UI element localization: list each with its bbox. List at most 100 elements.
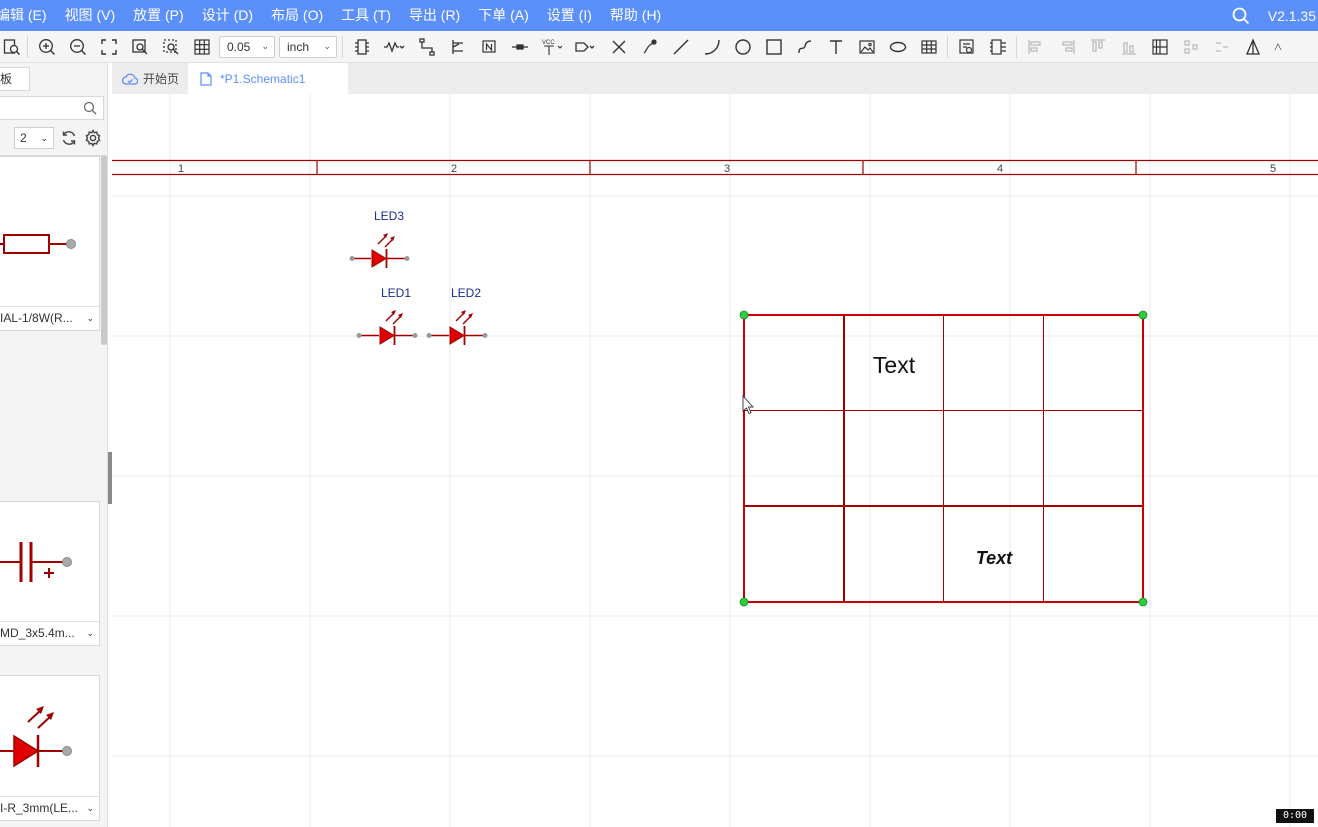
menu-view[interactable]: 视图 (V) (56, 0, 125, 31)
bus-entry-icon[interactable] (442, 32, 473, 62)
menu-order[interactable]: 下单 (A) (469, 0, 538, 31)
menu-export[interactable]: 导出 (R) (400, 0, 469, 31)
canvas-grid (112, 94, 1318, 827)
version-label: V2.1.35 (1267, 7, 1316, 24)
svg-text:VCC: VCC (542, 40, 555, 46)
chevron-down-icon: ⌄ (323, 41, 331, 51)
selection-handle (1138, 597, 1148, 607)
led-component-led1[interactable]: LED1 (356, 286, 418, 345)
table-icon[interactable] (913, 32, 944, 62)
tab-schematic[interactable]: *P1.Schematic1 (188, 63, 348, 94)
zoom-selection-icon[interactable] (124, 32, 155, 62)
gear-icon[interactable] (84, 129, 102, 147)
bezier-icon[interactable] (789, 32, 820, 62)
unit-select[interactable]: inch ⌄ (279, 35, 337, 58)
library-scrollbar[interactable] (101, 155, 107, 345)
probe-icon[interactable] (634, 32, 665, 62)
menu-edit[interactable]: 编辑 (E) (0, 0, 56, 31)
zone-label: 3 (724, 163, 730, 175)
resistor-symbol (0, 234, 76, 254)
arc-icon[interactable] (696, 32, 727, 62)
library-card-led[interactable]: I-R_3mm(LE... ⌄ (0, 675, 100, 821)
netlist-icon[interactable] (982, 32, 1013, 62)
search-icon[interactable] (1226, 0, 1256, 31)
menu-settings[interactable]: 设置 (I) (538, 0, 601, 31)
align-left-icon[interactable] (1020, 32, 1051, 62)
zoom-area-icon[interactable] (155, 32, 186, 62)
grid-size-select[interactable]: 0.05 ⌄ (219, 35, 275, 58)
chevron-down-icon[interactable]: ⌄ (84, 797, 94, 819)
designator-label: LED3 (374, 209, 404, 223)
library-search-input[interactable] (0, 96, 104, 120)
selection-handle (739, 310, 749, 320)
designator-label: LED1 (381, 286, 411, 300)
schematic-drawing[interactable]: 1 2 3 4 5 LED3 LED1 LED2 Text Text (112, 94, 1318, 827)
image-icon[interactable] (851, 32, 882, 62)
library-card-label: IAL-1/8W(R... ⌄ (0, 306, 100, 330)
align-grid-icon[interactable] (1144, 32, 1175, 62)
more-tools-icon[interactable] (1268, 32, 1282, 62)
align-bottom-icon[interactable] (1113, 32, 1144, 62)
zone-label: 1 (178, 163, 184, 175)
library-panel: 板 2 ⌄ IAL-1/8W(R... ⌄ MD_3x5.4m... ⌄ I-R… (0, 63, 108, 827)
no-connect-icon[interactable] (603, 32, 634, 62)
line-icon[interactable] (665, 32, 696, 62)
page-select[interactable]: 2 ⌄ (14, 127, 54, 149)
wire-icon[interactable] (377, 32, 411, 62)
zone-label: 5 (1270, 163, 1276, 175)
bus-icon[interactable] (411, 32, 442, 62)
distribute-vertical-icon[interactable] (1206, 32, 1237, 62)
toolbar: 0.05 ⌄ inch ⌄ VCC (0, 31, 1318, 63)
recording-timer: 0:00 (1276, 809, 1314, 823)
led-component-led3[interactable]: LED3 (349, 209, 410, 268)
text-icon[interactable] (820, 32, 851, 62)
vcc-icon[interactable]: VCC (535, 32, 569, 62)
page-number: 2 (20, 131, 27, 145)
schematic-table[interactable]: Text Text (739, 310, 1148, 607)
fit-all-icon[interactable] (93, 32, 124, 62)
led-component-led2[interactable]: LED2 (426, 286, 488, 345)
menu-design[interactable]: 设计 (D) (193, 0, 262, 31)
component-icon[interactable] (346, 32, 377, 62)
rectangle-icon[interactable] (758, 32, 789, 62)
grid-icon[interactable] (186, 32, 217, 62)
refresh-icon[interactable] (60, 129, 78, 147)
net-flag-icon[interactable] (504, 32, 535, 62)
polarized-capacitor-symbol (0, 542, 72, 582)
align-right-icon[interactable] (1051, 32, 1082, 62)
circle-icon[interactable] (727, 32, 758, 62)
menu-place[interactable]: 放置 (P) (124, 0, 193, 31)
library-tab-label: 板 (0, 72, 13, 86)
toolbar-separator (1016, 35, 1017, 58)
library-card-resistor[interactable]: IAL-1/8W(R... ⌄ (0, 156, 100, 331)
zoom-out-icon[interactable] (62, 32, 93, 62)
library-tab[interactable]: 板 (0, 67, 30, 91)
toolbar-separator (27, 35, 28, 58)
drc-icon[interactable] (951, 32, 982, 62)
search-icon[interactable] (83, 101, 97, 120)
table-cell-text: Text (976, 548, 1013, 568)
schematic-canvas[interactable]: 1 2 3 4 5 LED3 LED1 LED2 Text Text 0:00 (112, 94, 1318, 827)
document-tab-bar: 开始页 *P1.Schematic1 (112, 63, 1318, 94)
triangle-ruler-icon[interactable] (1237, 32, 1268, 62)
tab-start-page[interactable]: 开始页 (112, 63, 188, 94)
menu-help[interactable]: 帮助 (H) (601, 0, 670, 31)
toolbar-separator (342, 35, 343, 58)
find-replace-icon[interactable] (0, 32, 24, 62)
ellipse-icon[interactable] (882, 32, 913, 62)
grid-size-value: 0.05 (227, 39, 251, 54)
chevron-down-icon: ⌄ (40, 133, 48, 143)
file-icon (200, 71, 212, 86)
align-top-icon[interactable] (1082, 32, 1113, 62)
distribute-horizontal-icon[interactable] (1175, 32, 1206, 62)
table-cell-text: Text (873, 352, 916, 378)
menu-layout[interactable]: 布局 (O) (262, 0, 332, 31)
zoom-in-icon[interactable] (31, 32, 62, 62)
toolbar-separator (947, 35, 948, 58)
menu-tools[interactable]: 工具 (T) (332, 0, 400, 31)
netport-icon[interactable] (569, 32, 603, 62)
net-label-icon[interactable] (473, 32, 504, 62)
chevron-down-icon[interactable]: ⌄ (84, 307, 94, 329)
library-card-capacitor[interactable]: MD_3x5.4m... ⌄ (0, 501, 100, 646)
chevron-down-icon[interactable]: ⌄ (84, 622, 94, 644)
